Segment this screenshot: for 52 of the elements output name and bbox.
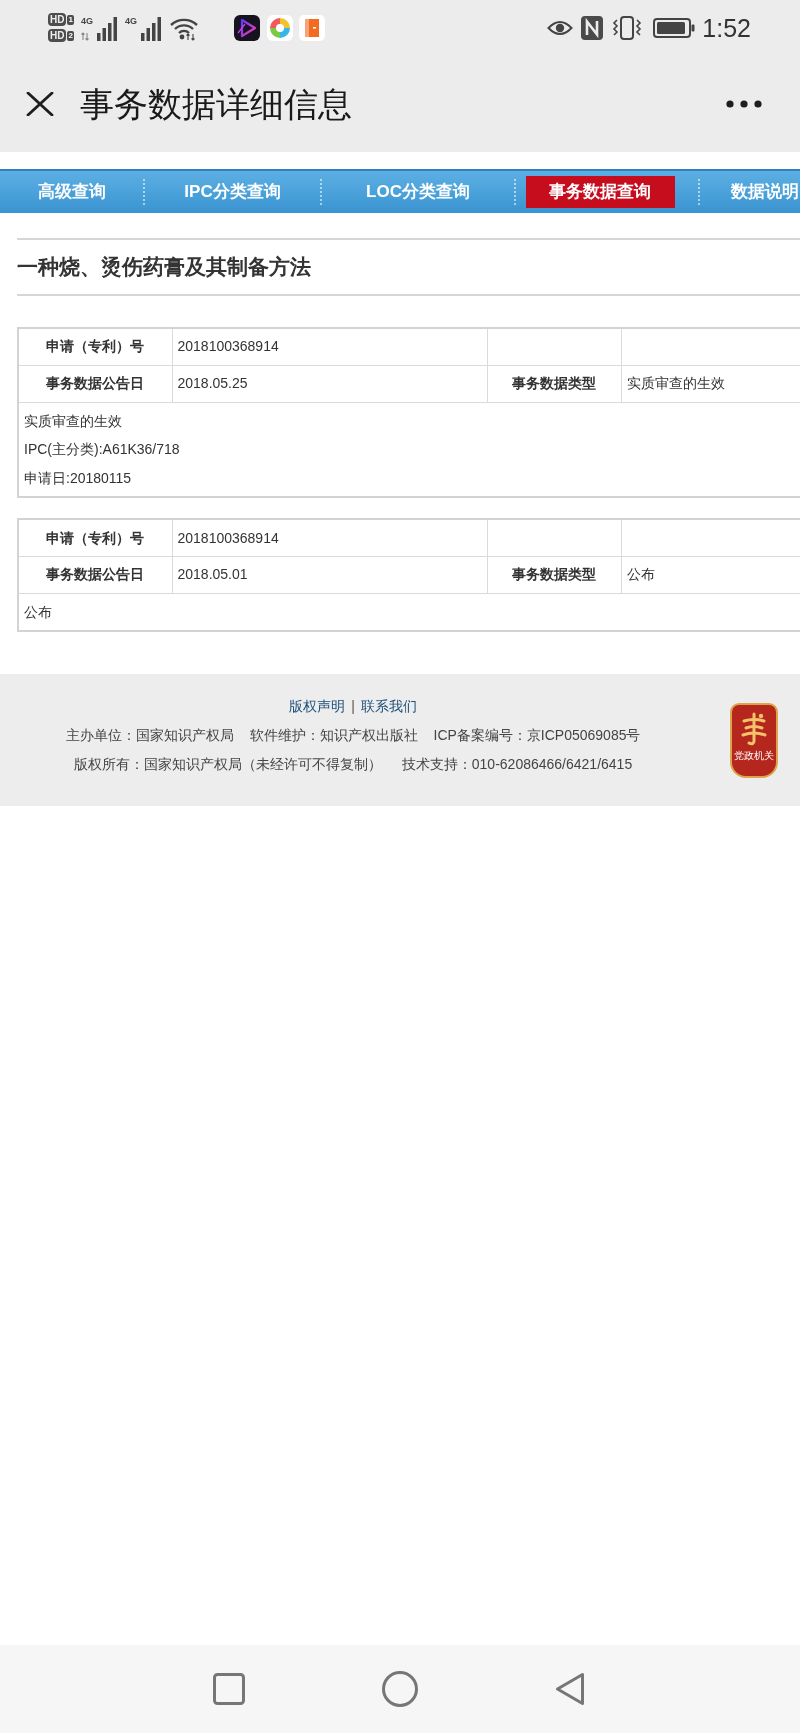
footer-text: 软件维护：知识产权出版社 (249, 726, 418, 746)
nav-tab[interactable]: IPC分类查询 (184, 180, 281, 204)
hd-badge: HD (48, 13, 67, 26)
footer-link[interactable]: 联系我们 (360, 692, 417, 722)
vibrate-icon (612, 15, 643, 40)
signal-icon (139, 16, 162, 41)
sim-slot-number: 2 (67, 30, 74, 41)
nfc-icon (581, 15, 604, 40)
eye-icon (547, 18, 574, 37)
footer-text: 技术支持：010-62086466/6421/6415 (401, 755, 633, 775)
color-wheel-app-icon (266, 14, 293, 41)
page-title: 事务数据详细信息 (80, 83, 352, 125)
network-type-label: 4G (124, 15, 138, 26)
field-value: 2018.05.25 (172, 365, 487, 402)
more-menu-icon[interactable] (726, 99, 762, 108)
battery-icon (653, 17, 696, 38)
square-icon[interactable] (213, 1673, 245, 1705)
status-time: 1:52 (702, 12, 751, 43)
nav-tab[interactable]: LOC分类查询 (366, 180, 470, 204)
nav-tab[interactable]: 高级查询 (37, 180, 106, 204)
field-value: 2018100368914 (172, 519, 487, 557)
field-label: 申请（专利）号 (18, 519, 172, 557)
detail-text: 申请日:20180115 (24, 468, 133, 488)
field-label: 事务数据类型 (487, 556, 621, 594)
field-value: 2018100368914 (172, 328, 487, 365)
link-separator: | (351, 697, 355, 717)
emblem-icon (739, 711, 769, 748)
nav-tab[interactable]: 事务数据查询 (525, 176, 675, 208)
signal-icon (95, 16, 118, 41)
field-value: 2018.05.01 (172, 556, 487, 594)
footer-link[interactable]: 版权声明 (289, 692, 346, 722)
play-app-icon (233, 14, 260, 41)
footer-text: 版权所有：国家知识产权局（未经许可不得复制） (73, 755, 382, 775)
detail-text: IPC(主分类):A61K36/718 (24, 440, 181, 460)
circle-icon[interactable] (382, 1671, 418, 1707)
close-icon[interactable] (26, 91, 54, 116)
field-label: 事务数据类型 (487, 365, 621, 402)
footer-text: 主办单位：国家知识产权局 (65, 726, 234, 746)
badge-label: 党政机关 (734, 750, 774, 763)
door-app-icon (298, 14, 325, 41)
record-title: 一种烧、烫伤药膏及其制备方法 (17, 254, 311, 281)
network-type-label: 4G (80, 15, 94, 26)
back-icon[interactable] (555, 1672, 585, 1706)
hd-badge: HD (48, 29, 67, 42)
footer-text: ICP备案编号：京ICP05069085号 (433, 726, 641, 746)
sim-slot-number: 1 (67, 14, 74, 25)
field-label: 事务数据公告日 (18, 556, 172, 594)
field-label: 申请（专利）号 (18, 328, 172, 365)
detail-text: 实质审查的生效 (24, 411, 123, 431)
detail-text: 公布 (24, 602, 53, 622)
field-label: 事务数据公告日 (18, 365, 172, 402)
nav-tab[interactable]: 数据说明 (731, 180, 799, 204)
